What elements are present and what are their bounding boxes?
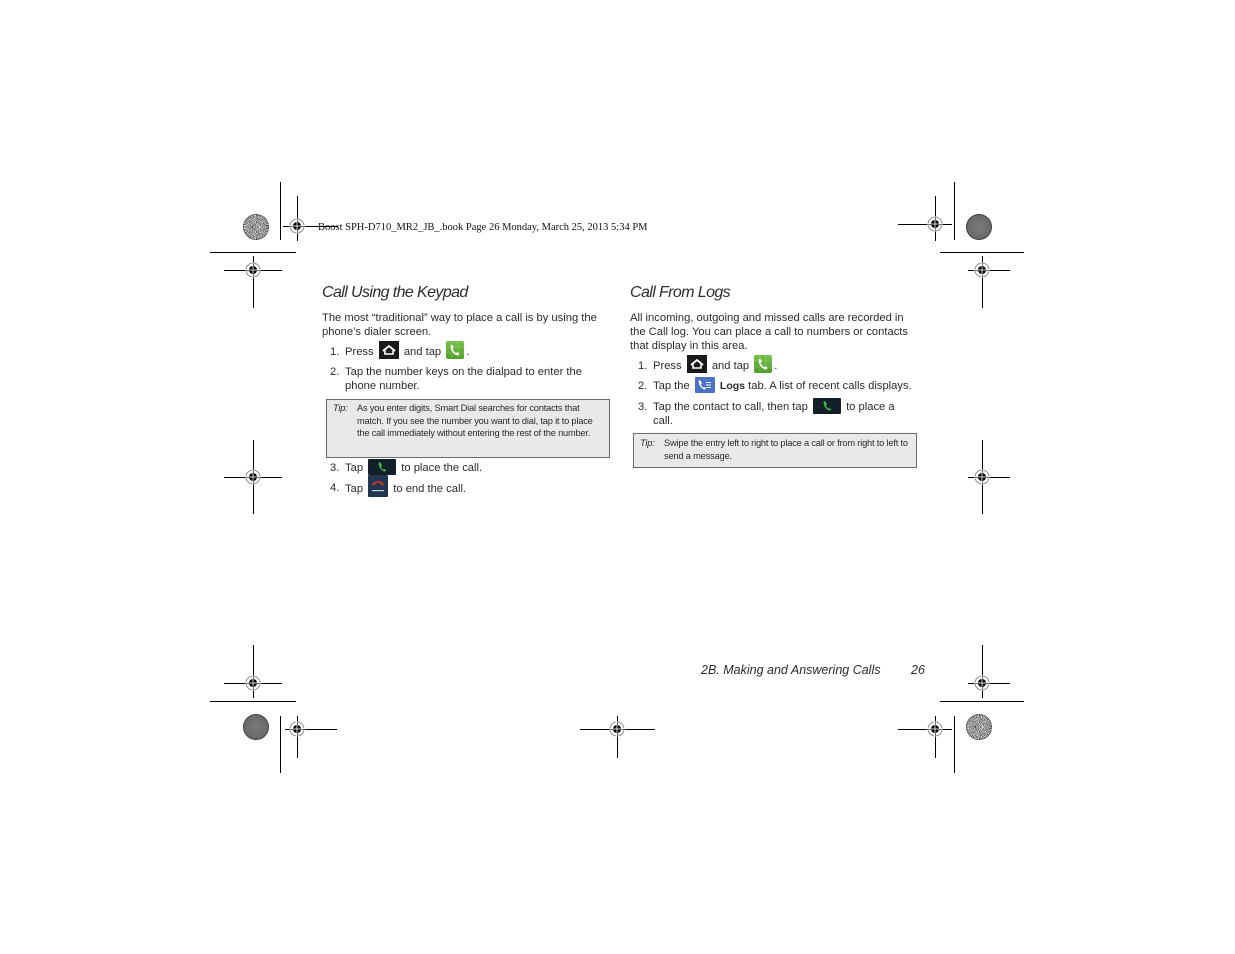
step-text: Tap [345,462,364,474]
registration-target-icon [974,675,990,691]
crop-line [280,716,281,773]
home-key-icon [686,355,707,374]
call-button-icon [368,458,397,475]
crop-line [898,729,952,730]
intro-paragraph: All incoming, outgoing and missed calls … [630,312,908,352]
phone-app-icon [446,341,465,360]
tip-label: Tip: [333,403,348,413]
tip-box: Tip: As you enter digits, Smart Dial sea… [326,399,610,458]
registration-target-icon [609,721,625,737]
logs-tab-label: Logs [719,380,746,392]
step-item: 3. Tap the contact to call, then tap to … [638,397,918,430]
tip-box: Tip: Swipe the entry left to right to pl… [633,433,917,468]
step-item: 1. Press and tap . [330,341,610,361]
registration-target-icon [927,721,943,737]
registration-target-icon [289,218,305,234]
call-button-icon [812,397,841,414]
step-item: 4. Tap to end the call. [330,475,610,501]
intro-paragraph: The most “traditional” way to place a ca… [322,312,597,338]
crop-line [210,252,296,253]
step-text: . [774,360,778,372]
tip-label: Tip: [640,438,655,448]
crop-line [210,701,296,702]
step-text: Tap [345,482,364,495]
color-bar-starburst-icon [243,214,269,240]
registration-target-icon [245,469,261,485]
registration-target-icon [927,216,943,232]
registration-target-icon [974,262,990,278]
step-text: Press [345,346,374,358]
step-item: 2. Tap the number keys on the dialpad to… [330,365,610,395]
tip-text: As you enter digits, Smart Dial searches… [357,403,593,438]
step-number: 3. [330,462,340,474]
crop-line [280,182,281,240]
step-item: 2. Tap the Logs tab. A list of recent ca… [638,376,928,395]
crop-line [940,252,1024,253]
step-text: Tap the contact to call, then tap [653,401,808,413]
logs-tab-icon [694,376,715,393]
step-number: 3. [638,401,648,413]
phone-app-icon [754,355,773,374]
registration-target-icon [245,675,261,691]
registration-target-icon [245,262,261,278]
step-text: to place the call. [401,462,483,474]
registration-target-icon [289,721,305,737]
end-call-button-icon [368,475,389,497]
tip-text: Swipe the entry left to right to place a… [664,438,908,461]
step-text: Press [653,360,682,372]
page-number: 26 [911,663,925,677]
section-title: Call Using the Keypad [322,284,468,301]
step-text: and tap [711,360,750,372]
color-bar-starburst-icon [243,714,269,740]
color-bar-starburst-icon [966,714,992,740]
step-text: tab. A list of recent calls displays. [748,380,912,392]
step-text: Tap the [653,380,690,392]
step-number: 1. [638,360,648,372]
step-number: 1. [330,346,340,358]
step-text: to end the call. [393,482,467,495]
crop-line [940,701,1024,702]
registration-target-icon [974,469,990,485]
section-title: Call From Logs [630,284,731,301]
step-number: 4. [330,482,340,494]
step-number: 2. [638,380,648,392]
crop-line [954,716,955,773]
step-item: 1. Press and tap . [638,355,918,375]
step-number: 2. [330,366,340,378]
footer-chapter-title: 2B. Making and Answering Calls [701,663,881,677]
crop-line [954,182,955,240]
home-key-icon [378,341,399,360]
step-text: and tap [403,346,442,358]
print-slug-line: Boost SPH-D710_MR2_JB_.book Page 26 Mond… [318,222,648,233]
color-bar-starburst-icon [966,214,992,240]
step-text: Tap the number keys on the dialpad to en… [345,366,582,392]
crop-line [898,224,952,225]
step-text: . [466,346,470,358]
